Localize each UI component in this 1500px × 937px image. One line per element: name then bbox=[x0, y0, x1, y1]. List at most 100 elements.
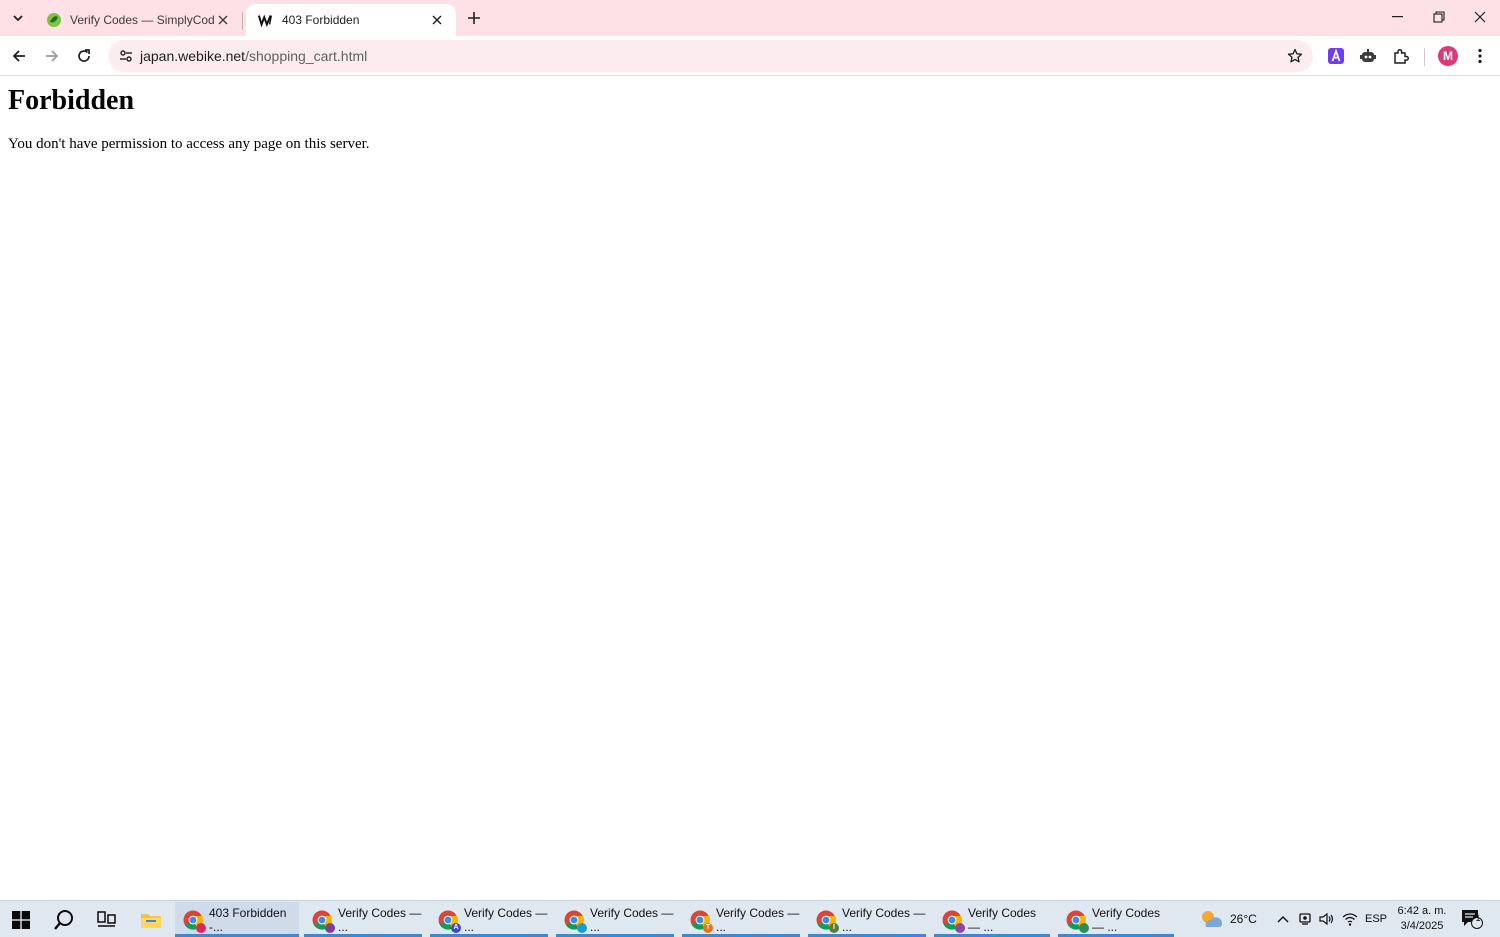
search-button[interactable] bbox=[48, 905, 80, 935]
volume-button[interactable] bbox=[1319, 901, 1335, 937]
taskbar-window-title: Verify Codes — ... bbox=[968, 905, 1037, 934]
taskbar-window-title: Verify Codes — ... bbox=[842, 905, 926, 934]
profile-badge bbox=[577, 922, 587, 933]
close-window-button[interactable] bbox=[1459, 0, 1500, 34]
taskbar-chrome-window[interactable]: Verify Codes — ... bbox=[556, 902, 674, 937]
chevron-down-icon bbox=[13, 15, 23, 22]
chrome-icon bbox=[312, 910, 335, 933]
language-code: ESP bbox=[1365, 913, 1388, 925]
chrome-icon: T bbox=[690, 910, 713, 933]
url-host: japan.webike.net bbox=[140, 48, 246, 64]
profile-avatar[interactable]: M bbox=[1438, 46, 1458, 66]
weather-temperature: 26°C bbox=[1230, 912, 1257, 926]
taskbar-chrome-window[interactable]: I Verify Codes — ... bbox=[808, 902, 926, 937]
tab-verify-codes[interactable]: Verify Codes — SimplyCodes bbox=[34, 4, 242, 36]
page-heading: Forbidden bbox=[8, 85, 135, 116]
notification-count: 1 bbox=[1475, 913, 1481, 923]
chrome-icon bbox=[942, 910, 965, 933]
task-view-button[interactable] bbox=[91, 905, 123, 935]
start-button[interactable] bbox=[5, 905, 37, 935]
address-bar[interactable]: japan.webike.net/shopping_cart.html bbox=[108, 40, 1313, 72]
restore-icon bbox=[1432, 11, 1445, 23]
taskbar-window-title: Verify Codes — ... bbox=[716, 905, 800, 934]
taskbar-chrome-window[interactable]: Verify Codes — ... bbox=[1058, 902, 1174, 937]
taskbar-chrome-window[interactable]: Verify Codes — ... bbox=[304, 902, 422, 937]
minimize-button[interactable] bbox=[1377, 0, 1418, 34]
windows-logo-icon bbox=[12, 911, 30, 929]
chrome-icon: A bbox=[438, 910, 461, 933]
profile-badge: T bbox=[703, 922, 713, 933]
profile-badge bbox=[955, 922, 965, 933]
notification-center-button[interactable]: 1 bbox=[1460, 901, 1484, 937]
puzzle-icon bbox=[1394, 48, 1410, 64]
chrome-icon bbox=[183, 910, 206, 933]
task-view-icon bbox=[97, 911, 116, 927]
tab-strip: Verify Codes — SimplyCodes 403 Forbidden bbox=[0, 0, 1500, 36]
minimize-icon bbox=[1392, 16, 1403, 18]
taskbar-chrome-window[interactable]: Verify Codes — ... bbox=[934, 902, 1050, 937]
show-hidden-icons-button[interactable] bbox=[1276, 901, 1290, 937]
chrome-icon bbox=[564, 910, 587, 933]
speaker-icon bbox=[1319, 912, 1334, 926]
partly-cloudy-icon bbox=[1202, 911, 1223, 927]
tab-close-icon[interactable] bbox=[428, 11, 446, 29]
weather-widget[interactable]: 26°C bbox=[1198, 901, 1257, 937]
taskbar-window-title: Verify Codes — ... bbox=[338, 905, 422, 934]
profile-badge bbox=[196, 922, 206, 933]
taskbar-window-title: Verify Codes — ... bbox=[464, 905, 548, 934]
taskbar-window-title: Verify Codes — ... bbox=[590, 905, 674, 934]
webike-w-icon bbox=[258, 12, 274, 28]
extensions-button[interactable] bbox=[1385, 40, 1417, 72]
arrow-right-icon bbox=[46, 50, 59, 62]
meet-now-button[interactable] bbox=[1298, 901, 1312, 937]
new-tab-button[interactable] bbox=[462, 6, 486, 30]
tab-title: Verify Codes — SimplyCodes bbox=[70, 13, 214, 27]
taskbar-chrome-window[interactable]: T Verify Codes — ... bbox=[682, 902, 800, 937]
forward-button[interactable] bbox=[36, 40, 68, 72]
bookmark-button[interactable] bbox=[1283, 44, 1307, 68]
browser-menu-button[interactable] bbox=[1464, 40, 1496, 72]
restore-button[interactable] bbox=[1418, 0, 1459, 34]
chrome-icon: I bbox=[816, 910, 839, 933]
tab-close-icon[interactable] bbox=[214, 11, 232, 29]
plus-icon bbox=[468, 12, 480, 24]
close-icon bbox=[1474, 11, 1485, 23]
camera-icon bbox=[1299, 913, 1311, 925]
back-button[interactable] bbox=[3, 40, 35, 72]
tab-separator bbox=[242, 12, 243, 30]
clock-button[interactable]: 6:42 a. m. 3/4/2025 bbox=[1392, 904, 1452, 934]
wifi-icon bbox=[1342, 913, 1358, 926]
tune-icon bbox=[120, 50, 132, 62]
taskbar-window-title: Verify Codes — ... bbox=[1092, 905, 1161, 934]
search-icon bbox=[54, 910, 73, 930]
clock-date: 3/4/2025 bbox=[1400, 920, 1444, 932]
simplycodes-leaf-icon bbox=[46, 12, 62, 28]
profile-badge bbox=[1079, 922, 1089, 933]
reload-button[interactable] bbox=[68, 40, 100, 72]
url-text[interactable]: japan.webike.net/shopping_cart.html bbox=[140, 48, 367, 64]
reload-icon bbox=[78, 49, 90, 62]
tab-search-button[interactable] bbox=[6, 6, 30, 30]
file-explorer-button[interactable] bbox=[135, 905, 167, 935]
chrome-icon bbox=[1066, 910, 1089, 933]
translate-extension-button[interactable] bbox=[1320, 40, 1352, 72]
tab-403-forbidden[interactable]: 403 Forbidden bbox=[246, 4, 456, 36]
taskbar-chrome-window[interactable]: A Verify Codes — ... bbox=[430, 902, 548, 937]
browser-toolbar: japan.webike.net/shopping_cart.html M bbox=[0, 36, 1500, 76]
network-button[interactable] bbox=[1342, 901, 1358, 937]
clock-time: 6:42 a. m. bbox=[1397, 905, 1447, 917]
site-info-button[interactable] bbox=[114, 44, 138, 68]
robot-icon bbox=[1360, 49, 1376, 62]
taskbar-chrome-window[interactable]: 403 Forbidden -... bbox=[175, 902, 299, 937]
assistant-extension-button[interactable] bbox=[1352, 40, 1384, 72]
profile-badge bbox=[325, 922, 335, 933]
url-path: /shopping_cart.html bbox=[245, 48, 368, 64]
letter-a-extension-icon bbox=[1328, 48, 1344, 64]
taskbar-window-title: 403 Forbidden -... bbox=[209, 905, 287, 934]
star-icon bbox=[1287, 48, 1303, 63]
arrow-left-icon bbox=[12, 50, 25, 62]
input-language-button[interactable]: ESP bbox=[1365, 901, 1387, 937]
chevron-up-icon bbox=[1277, 916, 1289, 923]
toolbar-divider bbox=[1424, 48, 1425, 66]
more-vertical-icon bbox=[1478, 48, 1482, 64]
